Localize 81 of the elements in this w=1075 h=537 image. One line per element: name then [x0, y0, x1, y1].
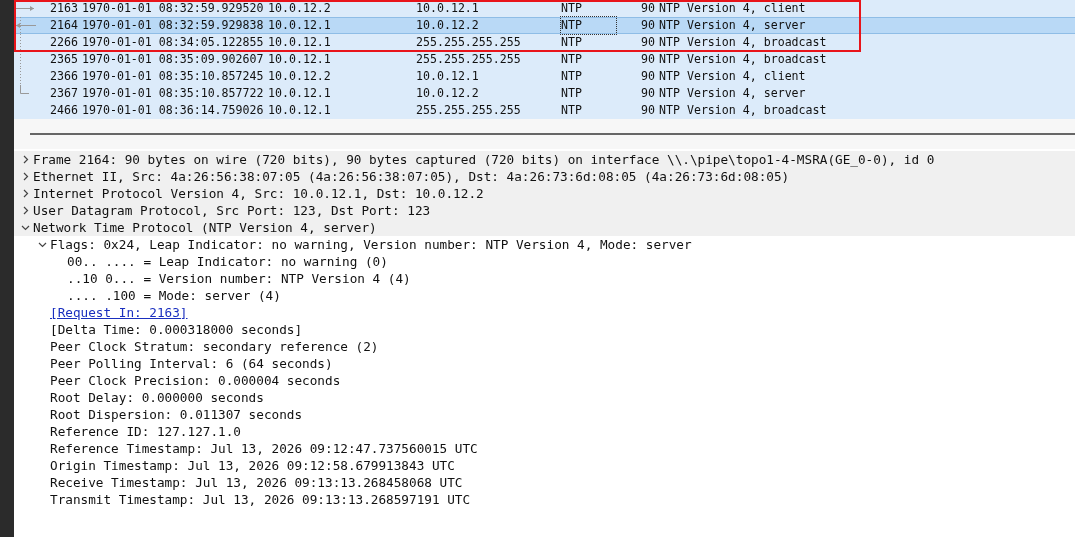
packet-number: 2366 [49, 67, 78, 85]
packet-protocol: NTP [561, 84, 583, 102]
packet-info: NTP Version 4, broadcast [659, 50, 827, 68]
packet-time: 1970-01-01 08:32:59.929520 [82, 0, 265, 17]
packet-row[interactable]: 2367 1970-01-01 08:35:10.857722 10.0.12.1 10.0.12.2 NTP 90 NTP Version 4, server [14, 85, 1075, 102]
packet-source: 10.0.12.2 [268, 0, 332, 17]
packet-source: 10.0.12.1 [268, 84, 332, 102]
tree-end-icon [20, 85, 29, 94]
packet-number: 2365 [49, 50, 78, 68]
packet-protocol: NTP [561, 16, 616, 35]
detail-text: Ethernet II, Src: 4a:26:56:38:07:05 (4a:26:56:38:07:05), Dst: 4a:26:73:6d:08:05 (4a:26:73:6d:08:05) [33, 168, 790, 186]
packet-number: 2163 [49, 0, 78, 17]
detail-text: User Datagram Protocol, Src Port: 123, Dst Port: 123 [33, 202, 431, 220]
packet-time: 1970-01-01 08:36:14.759026 [82, 101, 265, 119]
packet-info: NTP Version 4, client [659, 67, 806, 85]
detail-text: Origin Timestamp: Jul 13, 2026 09:12:58.679913843 UTC [50, 457, 455, 475]
chevron-down-icon[interactable] [21, 224, 30, 231]
packet-protocol: NTP [561, 67, 583, 85]
detail-text: Network Time Protocol (NTP Version 4, server) [33, 219, 377, 237]
arrow-left-icon [14, 17, 38, 34]
detail-text: Peer Clock Stratum: secondary reference (2) [50, 338, 379, 356]
chevron-down-icon[interactable] [38, 241, 47, 248]
packet-source: 10.0.12.2 [268, 67, 332, 85]
detail-text: .... .100 = Mode: server (4) [67, 287, 281, 305]
packet-row[interactable]: 2365 1970-01-01 08:35:09.902607 10.0.12.1 255.255.255.255 NTP 90 NTP Version 4, broadcast [14, 51, 1075, 68]
packet-row[interactable]: 2466 1970-01-01 08:36:14.759026 10.0.12.1 255.255.255.255 NTP 90 NTP Version 4, broadcast [14, 102, 1075, 119]
packet-destination: 10.0.12.1 [416, 67, 480, 85]
packet-info: NTP Version 4, broadcast [659, 101, 827, 119]
packet-time: 1970-01-01 08:34:05.122855 [82, 33, 265, 51]
detail-text: Reference ID: 127.127.1.0 [50, 423, 241, 441]
packet-time: 1970-01-01 08:35:10.857722 [82, 84, 265, 102]
packet-number: 2164 [49, 16, 78, 34]
packet-length: 90 [640, 101, 655, 119]
packet-destination: 255.255.255.255 [416, 50, 522, 68]
packet-info: NTP Version 4, broadcast [659, 33, 827, 51]
request-link[interactable]: [Request In: 2163] [50, 303, 188, 323]
packet-number: 2466 [49, 101, 78, 119]
packet-source: 10.0.12.1 [268, 50, 332, 68]
packet-length: 90 [640, 50, 655, 68]
packet-row[interactable]: 2266 1970-01-01 08:34:05.122855 10.0.12.1 255.255.255.255 NTP 90 NTP Version 4, broadcast [14, 34, 1075, 51]
detail-text: 00.. .... = Leap Indicator: no warning (0) [67, 253, 388, 271]
packet-destination: 255.255.255.255 [416, 101, 522, 119]
detail-text: Receive Timestamp: Jul 13, 2026 09:13:13.268458068 UTC [50, 474, 463, 492]
packet-length: 90 [640, 84, 655, 102]
detail-text: Internet Protocol Version 4, Src: 10.0.12.1, Dst: 10.0.12.2 [33, 185, 484, 203]
packet-time: 1970-01-01 08:32:59.929838 [82, 16, 265, 34]
packet-length: 90 [640, 16, 655, 34]
packet-info: NTP Version 4, server [659, 16, 806, 34]
packet-row[interactable]: 2366 1970-01-01 08:35:10.857245 10.0.12.2 10.0.12.1 NTP 90 NTP Version 4, client [14, 68, 1075, 85]
detail-text: ..10 0... = Version number: NTP Version 4 (4) [67, 270, 411, 288]
packet-number: 2367 [49, 84, 78, 102]
detail-text: [Delta Time: 0.000318000 seconds] [50, 321, 303, 339]
packet-length: 90 [640, 0, 655, 17]
packet-row[interactable]: 2163 1970-01-01 08:32:59.929520 10.0.12.2 10.0.12.1 NTP 90 NTP Version 4, client [14, 0, 1075, 17]
detail-text: Reference Timestamp: Jul 13, 2026 09:12:47.737560015 UTC [50, 440, 478, 458]
packet-time: 1970-01-01 08:35:10.857245 [82, 67, 265, 85]
packet-destination: 255.255.255.255 [416, 33, 522, 51]
packet-row[interactable]: 2164 1970-01-01 08:32:59.929838 10.0.12.1 10.0.12.2 NTP 90 NTP Version 4, server [14, 17, 1075, 34]
packet-time: 1970-01-01 08:35:09.902607 [82, 50, 265, 68]
packet-destination: 10.0.12.1 [416, 0, 480, 17]
packet-number: 2266 [49, 33, 78, 51]
detail-text: Root Delay: 0.000000 seconds [50, 389, 264, 407]
packet-source: 10.0.12.1 [268, 101, 332, 119]
detail-text: Flags: 0x24, Leap Indicator: no warning, Version number: NTP Version 4, Mode: server [50, 236, 692, 254]
detail-text: Transmit Timestamp: Jul 13, 2026 09:13:13.268597191 UTC [50, 491, 471, 509]
detail-text: Peer Polling Interval: 6 (64 seconds) [50, 355, 333, 373]
packet-destination: 10.0.12.2 [416, 16, 480, 34]
packet-source: 10.0.12.1 [268, 16, 332, 34]
detail-text: Peer Clock Precision: 0.000004 seconds [50, 372, 341, 390]
packet-info: NTP Version 4, client [659, 0, 806, 17]
packet-protocol: NTP [561, 33, 583, 51]
packet-protocol: NTP [561, 101, 583, 119]
detail-text: Root Dispersion: 0.011307 seconds [50, 406, 303, 424]
packet-protocol: NTP [561, 0, 583, 17]
packet-length: 90 [640, 67, 655, 85]
detail-text: Frame 2164: 90 bytes on wire (720 bits), 90 bytes captured (720 bits) on interface \\.\pipe\topo1-4-MSRA(GE_0-0), id 0 [33, 151, 935, 169]
packet-info: NTP Version 4, server [659, 84, 806, 102]
packet-source: 10.0.12.1 [268, 33, 332, 51]
packet-destination: 10.0.12.2 [416, 84, 480, 102]
packet-protocol: NTP [561, 50, 583, 68]
packet-length: 90 [640, 33, 655, 51]
